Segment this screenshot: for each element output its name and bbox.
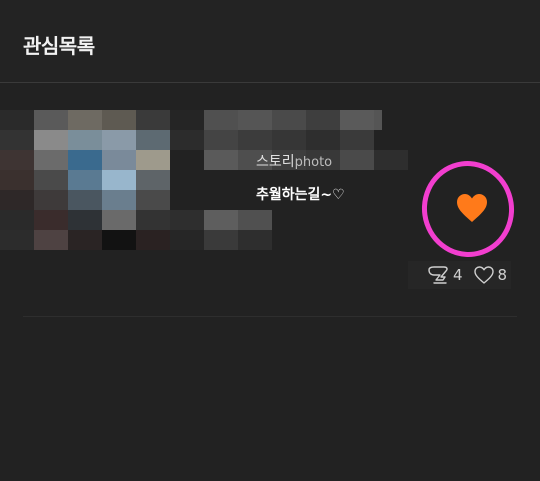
thumbnail-blur-band — [170, 110, 382, 130]
story-name[interactable]: 스토리photo — [256, 153, 332, 171]
post-thumbnail[interactable] — [0, 110, 170, 250]
thumbnail-blur-band — [170, 130, 374, 150]
thumbnail-blur-band — [170, 230, 272, 250]
post-divider — [23, 316, 517, 317]
like-toggle-button[interactable] — [415, 155, 522, 265]
post-stats: 4 8 — [408, 261, 512, 289]
app-header: 관심목록 — [0, 0, 540, 82]
thumbnail-blur-band — [170, 210, 272, 230]
favorite-post-item[interactable]: 스토리photo 추월하는길~♡ 4 8 — [0, 83, 540, 317]
heart-outline-icon — [473, 266, 494, 284]
like-stat[interactable]: 8 — [473, 265, 508, 285]
page-title: 관심목록 — [23, 34, 95, 58]
story-name-label: 스토리 — [256, 154, 295, 170]
heart-icon — [457, 194, 487, 222]
favorites-page: 관심목록 스토리photo 추월하는길~♡ 4 8 — [0, 0, 540, 481]
post-title[interactable]: 추월하는길~♡ — [256, 185, 345, 205]
comment-icon — [428, 266, 448, 284]
comment-count: 4 — [453, 266, 463, 284]
story-name-suffix: photo — [294, 155, 333, 170]
comment-stat[interactable]: 4 — [426, 265, 463, 285]
like-count: 8 — [497, 266, 508, 284]
